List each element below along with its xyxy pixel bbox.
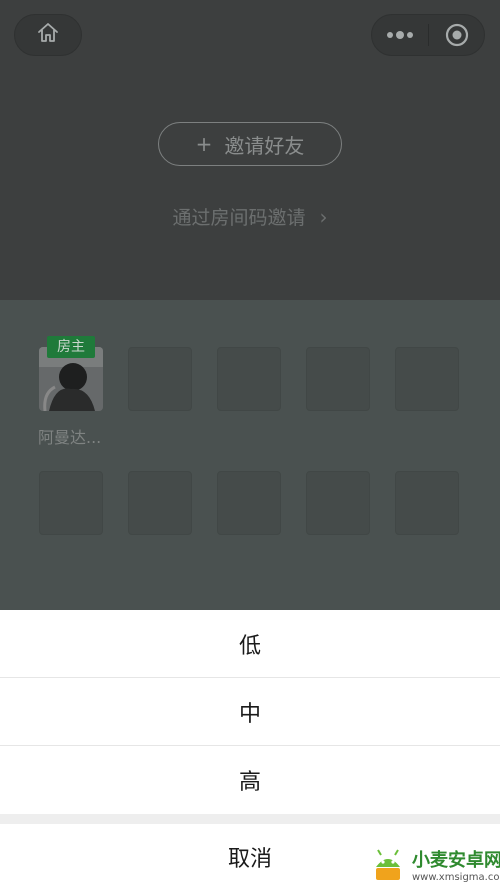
- more-dots-icon[interactable]: [372, 15, 428, 55]
- screen: + 邀请好友 通过房间码邀请 › 房主 阿曼达... 低 中 高 取消 小麦安卓…: [0, 0, 500, 890]
- empty-seat[interactable]: [217, 471, 281, 535]
- empty-seat[interactable]: [395, 347, 459, 411]
- empty-seat[interactable]: [217, 347, 281, 411]
- room-code-invite-link[interactable]: 通过房间码邀请 ›: [0, 203, 500, 230]
- watermark: 小麦安卓网 www.xmsigma.com: [368, 845, 500, 889]
- empty-seat[interactable]: [39, 471, 103, 535]
- option-low[interactable]: 低: [0, 610, 500, 677]
- chevron-right-icon: ›: [319, 205, 328, 229]
- watermark-url: www.xmsigma.com: [412, 872, 500, 883]
- android-logo-icon: [368, 845, 408, 889]
- invite-friends-button[interactable]: + 邀请好友: [158, 122, 342, 166]
- home-icon: [36, 21, 60, 49]
- empty-seat[interactable]: [306, 347, 370, 411]
- invite-friends-label: 邀请好友: [224, 133, 305, 158]
- host-badge: 房主: [47, 336, 95, 358]
- target-close-icon[interactable]: [429, 15, 484, 55]
- sheet-gap: [0, 814, 500, 824]
- plus-icon: +: [195, 132, 213, 156]
- watermark-title: 小麦安卓网: [412, 850, 500, 871]
- menu-capsule: [371, 14, 485, 56]
- host-name: 阿曼达...: [38, 428, 102, 447]
- option-medium[interactable]: 中: [0, 678, 500, 745]
- empty-seat[interactable]: [128, 471, 192, 535]
- watermark-text: 小麦安卓网 www.xmsigma.com: [412, 850, 500, 884]
- empty-seat[interactable]: [306, 471, 370, 535]
- empty-seat[interactable]: [395, 471, 459, 535]
- option-high[interactable]: 高: [0, 746, 500, 813]
- header-area: + 邀请好友 通过房间码邀请 ›: [0, 0, 500, 300]
- room-code-label: 通过房间码邀请: [172, 207, 306, 229]
- empty-seat[interactable]: [128, 347, 192, 411]
- home-button[interactable]: [14, 14, 82, 56]
